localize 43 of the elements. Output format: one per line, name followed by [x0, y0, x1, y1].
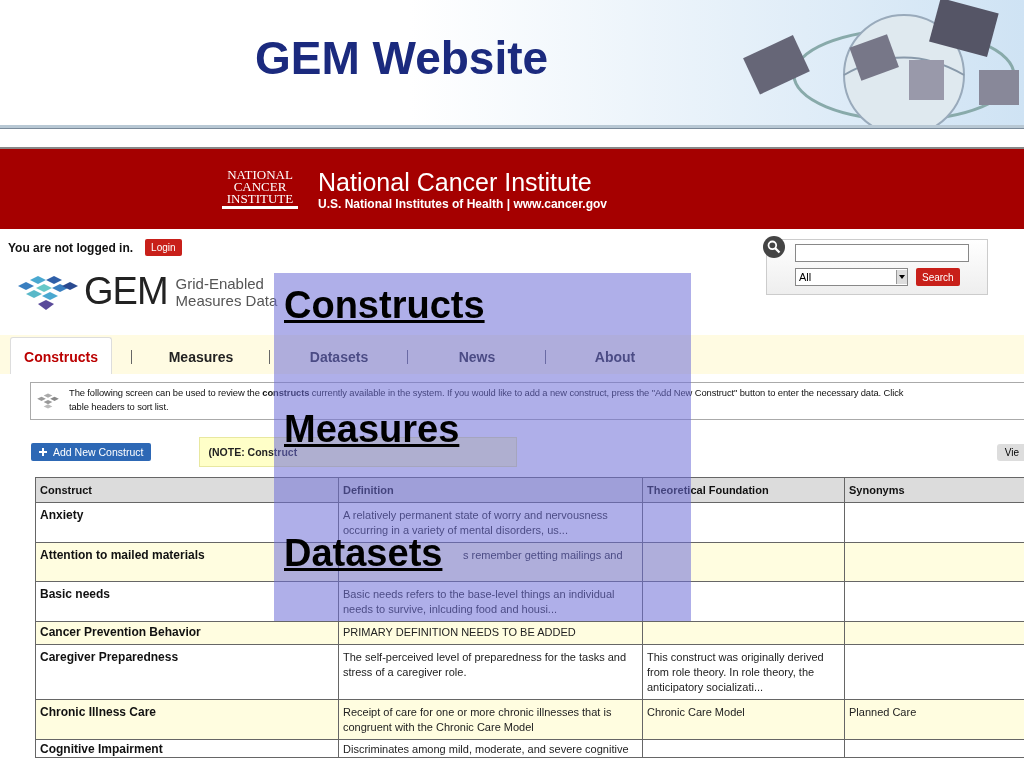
section-link[interactable]: Constructs — [284, 283, 485, 327]
construct-cell: Cancer Prevention Behavior — [35, 621, 339, 645]
diamonds-icon — [35, 392, 61, 410]
nav-tab[interactable]: News — [408, 348, 546, 366]
construct-cell: Caregiver Preparedness — [35, 644, 339, 700]
login-button[interactable]: Login — [145, 239, 182, 256]
column-header[interactable]: Synonyms — [844, 477, 1024, 503]
construct-cell: Cognitive Impairment — [35, 739, 339, 758]
gem-tagline: Grid-Enabled — [175, 274, 264, 292]
dropdown-caret-icon — [896, 270, 907, 284]
info-text: table headers to sort list. — [69, 400, 169, 414]
column-header[interactable]: Definition — [338, 477, 643, 503]
construct-cell: Chronic Illness Care — [35, 699, 339, 740]
nav-tab[interactable]: Datasets — [270, 348, 408, 366]
add-construct-button[interactable]: Add New Construct — [31, 443, 152, 461]
definition-cell: Receipt of care for one or more chronic illnesses that is congruent with the Chronic Care Model — [338, 699, 643, 740]
site-subtitle: U.S. National Institutes of Health | www.cancer.gov — [318, 197, 607, 211]
search-field[interactable] — [795, 244, 969, 262]
gem-tagline: Measures Data — [175, 291, 278, 309]
view-button[interactable]: Vie — [996, 443, 1024, 461]
foundation-cell: This construct was originally derived from role theory. In role theory, the anticipatory socializati... — [642, 644, 845, 700]
nav-tab[interactable]: About — [546, 348, 684, 366]
note-text: (NOTE: Construct — [208, 446, 298, 458]
search-button[interactable]: Search — [916, 268, 960, 286]
nci-logo: NATIONAL CANCER INSTITUTE — [222, 169, 298, 209]
scope-dropdown[interactable]: All — [795, 268, 908, 286]
site-name: National Cancer Institute — [318, 167, 593, 197]
column-header[interactable]: Construct — [35, 477, 339, 503]
synonyms-cell: Planned Care — [844, 699, 1024, 740]
foundation-cell: Chronic Care Model — [642, 699, 845, 740]
login-status: You are not logged in. — [8, 240, 134, 255]
gem-logo-text: GEM — [84, 270, 168, 313]
column-header[interactable]: Theoretical Foundation — [642, 477, 845, 503]
definition-cell: Basic needs refers to the base-level things an individual needs to survive, inlcuding food and housi... — [338, 581, 643, 622]
construct-cell: Basic needs — [35, 581, 339, 622]
definition-cell: PRIMARY DEFINITION NEEDS TO BE ADDED — [338, 621, 643, 645]
slide-title: GEM Website — [255, 31, 549, 86]
nav-tab[interactable]: Measures — [132, 348, 270, 366]
nav-tab[interactable]: Constructs — [10, 337, 112, 374]
definition-cell: Discriminates among mild, moderate, and severe cognitive — [338, 739, 643, 758]
search-icon — [763, 236, 785, 258]
plus-icon — [39, 448, 47, 456]
definition-cell: The self-perceived level of preparedness for the tasks and stress of a caregiver role. — [338, 644, 643, 700]
